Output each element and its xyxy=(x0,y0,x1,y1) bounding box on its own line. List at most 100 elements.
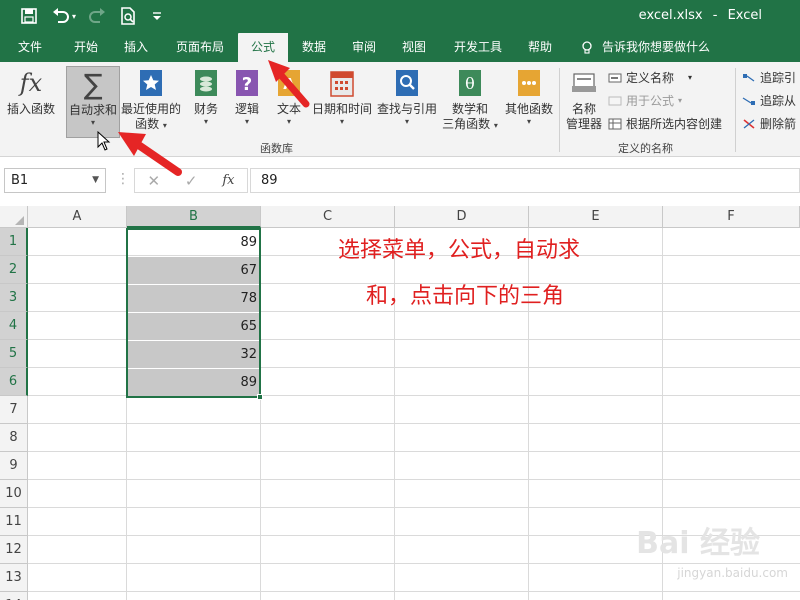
ribbon-tab-bar: 文件 开始 插入 页面布局 公式 数据 审阅 视图 开发工具 帮助 告诉我你想要… xyxy=(0,33,800,62)
remove-arrows-icon xyxy=(742,117,756,131)
row-header-10[interactable]: 10 xyxy=(0,480,28,508)
worksheet-grid[interactable]: A B C D E F 1 2 3 4 5 6 7 8 9 10 11 12 1… xyxy=(0,206,800,600)
column-header-d[interactable]: D xyxy=(395,206,529,228)
logical-button[interactable]: ? 逻辑 ▾ xyxy=(228,66,266,138)
row-header-5[interactable]: 5 xyxy=(0,340,28,368)
trace-dependents-icon xyxy=(742,94,756,108)
create-from-selection-icon xyxy=(608,117,622,131)
create-from-selection-label: 根据所选内容创建 xyxy=(626,117,723,131)
more-functions-button[interactable]: 其他函数 ▾ xyxy=(502,66,556,138)
column-header-e[interactable]: E xyxy=(529,206,663,228)
fill-handle[interactable] xyxy=(257,394,263,400)
tab-insert[interactable]: 插入 xyxy=(112,33,160,62)
row-header-8[interactable]: 8 xyxy=(0,424,28,452)
row-header-12[interactable]: 12 xyxy=(0,536,28,564)
create-from-selection-button[interactable]: 根据所选内容创建 xyxy=(608,114,722,134)
name-box-value: B1 xyxy=(11,173,29,188)
question-icon: ? xyxy=(232,68,262,98)
column-header-c[interactable]: C xyxy=(261,206,395,228)
use-in-formula-caret: ▾ xyxy=(678,96,683,105)
row-header-6[interactable]: 6 xyxy=(0,368,28,396)
row-header-7[interactable]: 7 xyxy=(0,396,28,424)
name-box-dropdown-icon[interactable]: ▼ xyxy=(92,169,99,192)
define-name-button[interactable]: 定义名称 ▾ xyxy=(608,68,692,88)
more-functions-icon xyxy=(514,68,544,98)
confirm-entry-icon[interactable]: ✓ xyxy=(185,172,198,190)
defined-names-group-label: 定义的名称 xyxy=(618,142,673,155)
use-in-formula-button[interactable]: 用于公式 ▾ xyxy=(608,91,682,111)
theta-icon: θ xyxy=(455,68,485,98)
gridline xyxy=(28,423,800,424)
tab-page-layout[interactable]: 页面布局 xyxy=(166,33,234,62)
baidu-watermark-url: jingyan.baidu.com xyxy=(677,566,788,580)
more-functions-caret: ▾ xyxy=(526,117,531,126)
row-header-13[interactable]: 13 xyxy=(0,564,28,592)
use-in-formula-label: 用于公式 xyxy=(626,94,675,108)
file-name: excel.xlsx xyxy=(638,8,703,23)
row-header-3[interactable]: 3 xyxy=(0,284,28,312)
formula-input[interactable]: 89 xyxy=(250,168,800,193)
arrow-to-formulas-tab xyxy=(268,60,310,108)
name-box[interactable]: B1 ▼ xyxy=(4,168,106,193)
financial-button[interactable]: 财务 ▾ xyxy=(186,66,226,138)
tab-view[interactable]: 视图 xyxy=(390,33,438,62)
title-bar: ▾ excel.xlsx - Excel xyxy=(0,0,800,33)
date-time-button[interactable]: 日期和时间 ▾ xyxy=(310,66,374,138)
math-trig-caret: ▾ xyxy=(493,121,498,130)
gridline xyxy=(28,591,800,592)
ribbon-divider xyxy=(559,68,560,152)
row-header-11[interactable]: 11 xyxy=(0,508,28,536)
window-title: excel.xlsx - Excel xyxy=(0,8,800,23)
remove-arrows-button[interactable]: 删除箭 xyxy=(742,114,796,134)
trace-precedents-icon xyxy=(742,71,756,85)
more-functions-label: 其他函数 xyxy=(504,102,553,116)
define-name-caret: ▾ xyxy=(688,73,693,82)
column-header-a[interactable]: A xyxy=(28,206,127,228)
trace-dependents-button[interactable]: 追踪从 xyxy=(742,91,796,111)
title-separator: - xyxy=(712,8,718,23)
name-manager-button[interactable]: 名称 管理器 xyxy=(562,66,606,138)
tab-help[interactable]: 帮助 xyxy=(518,33,562,62)
text-caret: ▾ xyxy=(286,117,291,126)
row-header-14[interactable]: 14 xyxy=(0,592,28,600)
gridline xyxy=(28,451,800,452)
financial-caret: ▾ xyxy=(203,117,208,126)
math-trig-label-2: 三角函数 xyxy=(442,117,491,131)
insert-function-fx-icon[interactable]: fx xyxy=(222,173,234,188)
name-manager-icon xyxy=(569,68,599,98)
baidu-watermark: Bai 经验 xyxy=(636,526,760,561)
tab-review[interactable]: 审阅 xyxy=(340,33,388,62)
lookup-reference-button[interactable]: 查找与引用 ▾ xyxy=(376,66,438,138)
annotation-line-1: 选择菜单，公式，自动求 xyxy=(338,238,581,263)
tab-file[interactable]: 文件 xyxy=(8,33,52,62)
tell-me-label: 告诉我你想要做什么 xyxy=(602,40,711,54)
tell-me-box[interactable]: 告诉我你想要做什么 xyxy=(580,33,710,62)
function-library-group-label: 函数库 xyxy=(260,142,293,155)
trace-precedents-label: 追踪引 xyxy=(760,71,797,85)
row-header-2[interactable]: 2 xyxy=(0,256,28,284)
column-header-f[interactable]: F xyxy=(663,206,800,228)
tab-developer[interactable]: 开发工具 xyxy=(444,33,512,62)
lookup-reference-caret: ▾ xyxy=(404,117,409,126)
svg-text:θ: θ xyxy=(465,74,475,93)
date-time-label: 日期和时间 xyxy=(311,102,372,116)
annotation-line-2: 和，点击向下的三角 xyxy=(366,284,565,309)
selection-range xyxy=(126,228,261,398)
fx-icon: fx xyxy=(19,69,43,97)
math-trig-label-1: 数学和 xyxy=(451,102,488,116)
tab-home[interactable]: 开始 xyxy=(62,33,110,62)
gridline xyxy=(28,563,800,564)
math-trig-button[interactable]: θ 数学和 三角函数 ▾ xyxy=(440,66,500,138)
lightbulb-icon xyxy=(580,40,594,55)
name-manager-label-1: 名称 xyxy=(571,102,596,116)
search-icon xyxy=(392,68,422,98)
row-header-9[interactable]: 9 xyxy=(0,452,28,480)
select-all-corner[interactable] xyxy=(0,206,28,228)
row-header-1[interactable]: 1 xyxy=(0,228,28,256)
column-header-b[interactable]: B xyxy=(127,206,261,228)
insert-function-button[interactable]: fx 插入函数 xyxy=(2,66,60,138)
name-manager-label-2: 管理器 xyxy=(565,117,602,131)
mouse-pointer-icon xyxy=(97,131,111,151)
row-header-4[interactable]: 4 xyxy=(0,312,28,340)
trace-precedents-button[interactable]: 追踪引 xyxy=(742,68,796,88)
